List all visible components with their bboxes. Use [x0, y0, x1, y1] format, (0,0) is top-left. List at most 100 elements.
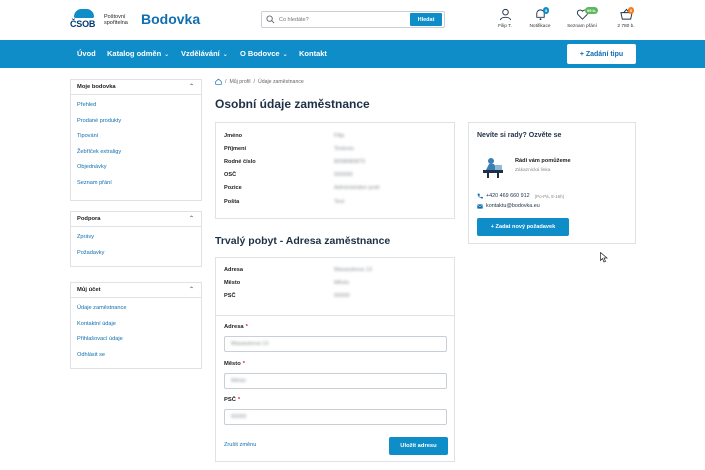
field-value: 8008080875 [334, 159, 366, 165]
city-input[interactable]: Město [224, 373, 447, 389]
zip-input[interactable]: 00000 [224, 409, 447, 425]
nav-contact[interactable]: Kontakt [299, 49, 327, 58]
points-label: 2 780 b. [617, 24, 635, 29]
help-role: Zákaznická linka [515, 168, 551, 173]
nav-catalog-label: Katalog odměn [107, 49, 162, 58]
sidebar-item-messages[interactable]: Zprávy [71, 230, 201, 246]
sidebar-item-login-data[interactable]: Přihlašovací údaje [71, 332, 201, 348]
sidebar-item-employee-data[interactable]: Údaje zaměstnance [71, 301, 201, 317]
city-label: Město * [224, 361, 245, 367]
chevron-down-icon: ⌄ [282, 52, 288, 58]
field-value: Masarykova 13 [334, 267, 372, 273]
search-bar: Hledat [261, 11, 445, 28]
breadcrumb: / Můj profil / Údaje zaměstnance [215, 78, 304, 85]
nav-education-label: Vzdělávání [181, 49, 220, 58]
phone-hours: (Po-Pá, 8-16h) [534, 193, 565, 199]
city-input-value: Město [231, 378, 246, 384]
field-label: Pošta [224, 199, 240, 205]
nav-contact-label: Kontakt [299, 49, 327, 58]
field-label: Jméno [224, 133, 243, 139]
nav-home[interactable]: Úvod [77, 49, 96, 58]
nav-catalog[interactable]: Katalog odměn ⌄ [107, 49, 169, 58]
zip-label: PSČ * [224, 397, 240, 403]
breadcrumb-profile[interactable]: Můj profil [229, 79, 250, 85]
zip-input-value: 00000 [231, 414, 247, 420]
street-input[interactable]: Masarykova 13 [224, 336, 447, 352]
street-label: Adresa * [224, 324, 248, 330]
sidebar-item-logout[interactable]: Odhlásit se [71, 348, 201, 364]
required-mark: * [242, 361, 246, 367]
field-value: Test [334, 199, 345, 205]
section-title: Trvalý pobyt - Adresa zaměstnance [215, 235, 391, 247]
sidebar-item-overview[interactable]: Přehled [71, 98, 201, 114]
header: ČSOB Poštovní spořitelna Bodovka Hledat … [0, 0, 705, 40]
zip-label-text: PSČ [224, 397, 236, 403]
logo-mark: ČSOB [70, 9, 98, 31]
sidebar-item-wishlist[interactable]: Seznam přání [71, 176, 201, 192]
support-illustration [483, 158, 503, 178]
divider [216, 315, 454, 316]
sidebar-group-support: Podpora ⌃ Zprávy Požadavky [70, 211, 202, 267]
field-label: Příjmení [224, 146, 247, 152]
header-wishlist[interactable]: 99 b. Seznam přání [562, 7, 602, 29]
required-mark: * [237, 397, 241, 403]
home-icon[interactable] [215, 78, 222, 85]
breadcrumb-separator: / [253, 78, 255, 85]
wishlist-badge: 99 b. [585, 7, 599, 14]
help-box: Nevíte si rady? Ozvěte se Rádi vám pomůž… [468, 122, 636, 244]
email-address: kontaktu@bodovka.eu [486, 203, 540, 209]
help-phone[interactable]: +420 469 660 912 (Po-Pá, 8-16h) [477, 193, 564, 199]
sidebar-item-orders[interactable]: Objednávky [71, 160, 201, 176]
field-value: 00000 [334, 293, 350, 299]
header-user[interactable]: Filip T. [485, 8, 525, 29]
header-notifications[interactable]: 9 Notifikace [520, 7, 560, 29]
sidebar-item-contact-data[interactable]: Kontaktní údaje [71, 317, 201, 333]
page-title: Osobní údaje zaměstnance [215, 97, 370, 111]
chevron-down-icon: ⌄ [164, 52, 170, 58]
personal-data-card: Jméno Filip Příjmení Testovic Rodné číslo 8… [215, 122, 455, 219]
nav-about[interactable]: O Bodovce ⌄ [240, 49, 288, 58]
brand-title[interactable]: Bodovka [141, 11, 200, 27]
notification-badge: 9 [543, 7, 550, 14]
search-icon [266, 15, 275, 24]
sidebar-group-account: Můj účet ⌃ Údaje zaměstnance Kontaktní úd… [70, 282, 202, 369]
save-address-button[interactable]: Uložit adresu [389, 437, 448, 455]
help-name: Rádi vám pomůžeme [515, 158, 571, 164]
help-email[interactable]: kontaktu@bodovka.eu [477, 203, 540, 209]
sidebar-group-header[interactable]: Moje bodovka ⌃ [71, 80, 201, 95]
field-label: OSČ [224, 172, 237, 178]
sidebar-item-tipping[interactable]: Tipování [71, 129, 201, 145]
chevron-up-icon: ⌃ [188, 84, 194, 90]
sidebar-item-sold-products[interactable]: Prodané produkty [71, 114, 201, 130]
csob-logo[interactable]: ČSOB Poštovní spořitelna [70, 9, 136, 31]
logo-text: ČSOB [70, 19, 96, 29]
sidebar-group-header[interactable]: Můj účet ⌃ [71, 283, 201, 298]
field-value: Filip [334, 133, 345, 139]
add-tip-button[interactable]: + Zadání tipu [567, 44, 636, 64]
sidebar-group-my-bodovka: Moje bodovka ⌃ Přehled Prodané produkty T… [70, 79, 202, 201]
sidebar-item-requests[interactable]: Požadavky [71, 246, 201, 262]
sidebar-item-ranking[interactable]: Žebříček extraligy [71, 145, 201, 161]
phone-number: +420 469 660 912 [486, 193, 530, 199]
field-label: Adresa [224, 267, 243, 273]
user-label: Filip T. [498, 24, 512, 29]
new-request-button[interactable]: + Zadat nový požadavek [477, 218, 569, 236]
sidebar-group-title: Můj účet [77, 287, 101, 293]
field-value: Testovic [334, 146, 355, 152]
sidebar-group-title: Podpora [77, 216, 101, 222]
chevron-down-icon: ⌄ [222, 52, 228, 58]
cancel-change-link[interactable]: Zrušit změnu [224, 442, 256, 448]
field-value: 000000 [334, 172, 353, 178]
field-label: Rodné číslo [224, 159, 256, 165]
nav-education[interactable]: Vzdělávání ⌄ [181, 49, 228, 58]
sidebar-group-header[interactable]: Podpora ⌃ [71, 212, 201, 227]
sidebar-group-title: Moje bodovka [77, 84, 116, 90]
notifications-label: Notifikace [529, 24, 551, 29]
field-label: Město [224, 280, 241, 286]
wishlist-label: Seznam přání [567, 24, 597, 29]
header-basket[interactable]: 0 2 780 b. [606, 7, 646, 29]
field-label: PSČ [224, 293, 236, 299]
mail-icon [477, 203, 483, 209]
search-button[interactable]: Hledat [410, 13, 442, 26]
search-input[interactable] [279, 14, 409, 25]
